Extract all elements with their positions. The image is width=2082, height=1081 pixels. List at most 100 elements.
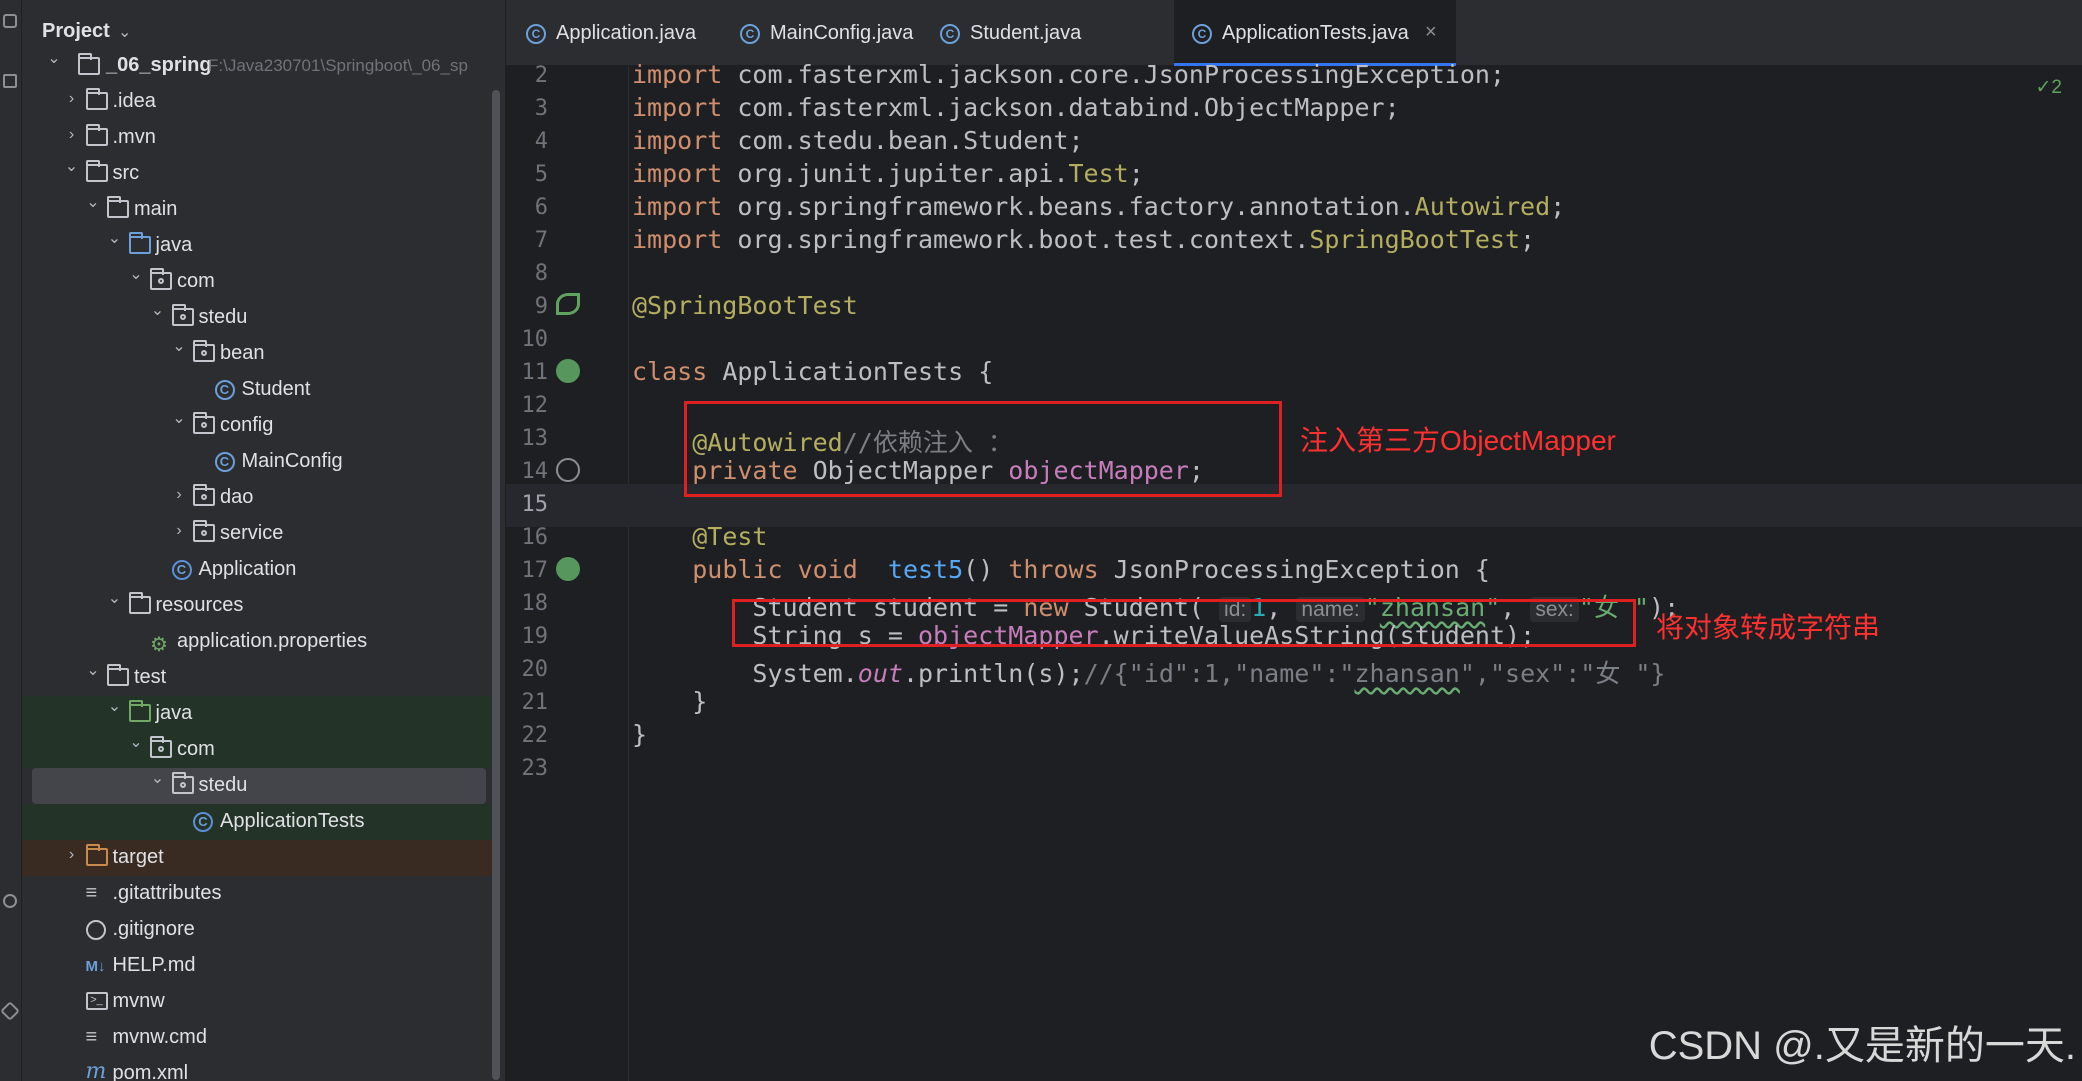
autowired-bean-icon[interactable] <box>556 458 580 482</box>
tree-item-mvn[interactable]: › .mvn <box>22 120 492 156</box>
chevron-right-icon[interactable]: › <box>64 846 80 864</box>
line-number: 22 <box>521 723 549 748</box>
tree-item-label: .gitattributes <box>112 882 222 904</box>
spring-class-icon: C <box>171 560 192 580</box>
tree-item-com[interactable]: ⌄ com <box>22 264 492 300</box>
tree-item-main[interactable]: ⌄ main <box>22 192 492 228</box>
chevron-down-icon[interactable]: ⌄ <box>107 228 123 248</box>
spring-bean-icon[interactable] <box>556 293 580 315</box>
class-icon: C <box>214 380 235 400</box>
tree-item-com[interactable]: ⌄ com <box>22 732 492 768</box>
terminal-tool-icon[interactable] <box>0 1001 20 1021</box>
excluded-folder-icon <box>85 844 108 866</box>
chevron-right-icon[interactable]: › <box>171 522 187 540</box>
package-icon <box>193 412 215 434</box>
tree-item-student[interactable]: C Student <box>22 372 492 408</box>
tree-item-pom-xml[interactable]: m pom.xml <box>22 1056 492 1081</box>
tree-root-path: F:\Java230701\Springboot\_06_sp <box>208 56 468 75</box>
chevron-down-icon[interactable]: ⌄ <box>107 696 123 716</box>
line-number: 15 <box>521 492 549 517</box>
tree-item-resources[interactable]: ⌄ resources <box>22 588 492 624</box>
folder-icon <box>85 88 108 110</box>
tree-item-java[interactable]: ⌄ java <box>22 696 492 732</box>
chevron-down-icon[interactable]: ⌄ <box>171 336 187 356</box>
chevron-down-icon[interactable]: ⌄ <box>46 48 62 68</box>
tree-item-config[interactable]: ⌄ config <box>22 408 492 444</box>
inject-callout: 注入第三方ObjectMapper <box>1300 425 1616 456</box>
tree-item-label: Student <box>241 378 311 400</box>
tree-item-stedu[interactable]: ⌄ stedu <box>32 768 486 804</box>
tree-item-application-properties[interactable]: ⚙ application.properties <box>22 624 492 660</box>
tree-item-label: target <box>112 846 164 868</box>
class-icon: C <box>526 24 546 44</box>
chevron-down-icon[interactable]: ⌄ <box>150 768 166 788</box>
tree-item-label: main <box>134 198 178 220</box>
tab-label: Student.java <box>970 22 1082 44</box>
tree-item-stedu[interactable]: ⌄ stedu <box>22 300 492 336</box>
chevron-right-icon[interactable]: › <box>64 90 80 108</box>
code-text: import org.springframework.boot.test.con… <box>632 225 1536 254</box>
structure-tool-icon[interactable] <box>3 74 17 88</box>
project-panel: Project ⌄ ⌄ _06_spring F:\Java230701\Spr… <box>22 0 506 1081</box>
tree-root[interactable]: ⌄ _06_spring F:\Java230701\Springboot\_0… <box>22 48 492 84</box>
line-number: 19 <box>521 624 549 649</box>
git-tool-icon[interactable] <box>3 894 17 908</box>
tree-item-help-md[interactable]: M↓ HELP.md <box>22 948 492 984</box>
line-number: 2 <box>534 63 548 88</box>
tree-item-idea[interactable]: › .idea <box>22 84 492 120</box>
line-number: 17 <box>521 558 549 583</box>
chevron-down-icon[interactable]: ⌄ <box>118 22 131 42</box>
tree-item-label: MainConfig <box>241 450 343 472</box>
tree-item-label: Application <box>198 558 297 580</box>
tree-item-application[interactable]: C Application <box>22 552 492 588</box>
tree-item-label: bean <box>220 342 265 364</box>
text-file-icon: ≡ <box>85 1026 98 1048</box>
chevron-right-icon[interactable]: › <box>64 126 80 144</box>
tree-item-test[interactable]: ⌄ test <box>22 660 492 696</box>
chevron-down-icon[interactable]: ⌄ <box>85 192 101 212</box>
chevron-down-icon[interactable]: ⌄ <box>128 732 144 752</box>
code-text: } <box>632 720 648 749</box>
code-text: import com.fasterxml.jackson.core.JsonPr… <box>632 60 1505 89</box>
chevron-down-icon[interactable]: ⌄ <box>128 264 144 284</box>
run-test-icon[interactable] <box>556 557 580 584</box>
tree-item-dao[interactable]: › dao <box>22 480 492 516</box>
tree-item-label: .mvn <box>112 126 156 148</box>
chevron-down-icon[interactable]: ⌄ <box>85 660 101 680</box>
tree-item-label: src <box>112 162 140 184</box>
tree-item-gitattributes[interactable]: ≡ .gitattributes <box>22 876 492 912</box>
project-scrollbar[interactable] <box>492 90 500 1080</box>
package-icon <box>193 520 215 542</box>
tree-item-gitignore[interactable]: .gitignore <box>22 912 492 948</box>
tree-item-target[interactable]: › target <box>22 840 492 876</box>
code-editor[interactable]: ✓2 2 import com.fasterxml.jackson.core.J… <box>506 60 2082 1081</box>
line-number: 8 <box>534 261 548 286</box>
tree-item-label: ApplicationTests <box>220 810 365 832</box>
tree-item-applicationtests[interactable]: C ApplicationTests <box>22 804 492 840</box>
project-panel-title[interactable]: Project <box>42 20 110 43</box>
close-icon[interactable]: × <box>1425 21 1437 44</box>
chevron-down-icon[interactable]: ⌄ <box>150 300 166 320</box>
tree-item-src[interactable]: ⌄ src <box>22 156 492 192</box>
chevron-right-icon[interactable]: › <box>171 486 187 504</box>
code-text: @Test <box>692 522 768 551</box>
project-tool-icon[interactable] <box>3 14 17 28</box>
tree-item-service[interactable]: › service <box>22 516 492 552</box>
run-test-icon[interactable] <box>556 359 580 386</box>
tree-item-mvnw-cmd[interactable]: ≡ mvnw.cmd <box>22 1020 492 1056</box>
tree-item-java[interactable]: ⌄ java <box>22 228 492 264</box>
folder-icon <box>85 160 108 182</box>
class-icon: C <box>214 452 235 472</box>
module-folder-icon <box>78 53 100 75</box>
tree-item-label: pom.xml <box>112 1062 189 1081</box>
tree-item-mainconfig[interactable]: C MainConfig <box>22 444 492 480</box>
tree-item-bean[interactable]: ⌄ bean <box>22 336 492 372</box>
package-icon <box>150 736 172 758</box>
tree-item-mvnw[interactable]: >_ mvnw <box>22 984 492 1020</box>
chevron-down-icon[interactable]: ⌄ <box>107 588 123 608</box>
tree-item-label: com <box>177 270 215 292</box>
package-icon <box>193 484 215 506</box>
line-number: 7 <box>534 228 548 253</box>
chevron-down-icon[interactable]: ⌄ <box>171 408 187 428</box>
chevron-down-icon[interactable]: ⌄ <box>64 156 80 176</box>
